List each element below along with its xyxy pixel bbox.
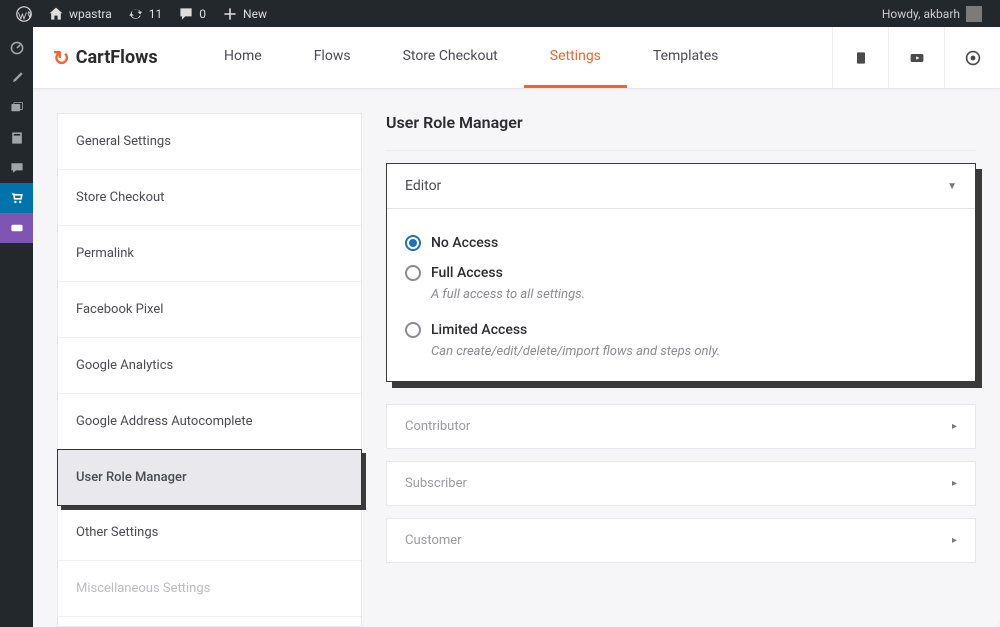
nav-settings[interactable]: Settings bbox=[524, 27, 627, 88]
radio-icon bbox=[405, 322, 421, 338]
role-panel-subscriber[interactable]: Subscriber ▸ bbox=[386, 461, 976, 506]
sidebar-item-google-analytics[interactable]: Google Analytics bbox=[58, 338, 361, 394]
account-menu[interactable]: Howdy, akbarh bbox=[882, 6, 982, 22]
new-label: New bbox=[243, 7, 267, 21]
cartflows-header: ↻ CartFlows Home Flows Store Checkout Se… bbox=[33, 27, 1000, 89]
woo-icon[interactable] bbox=[0, 213, 33, 243]
option-full-access[interactable]: Full Access bbox=[405, 257, 957, 287]
media-icon[interactable] bbox=[0, 93, 33, 123]
sidebar-item-misc[interactable]: Miscellaneous Settings bbox=[58, 561, 361, 617]
nav-store-checkout[interactable]: Store Checkout bbox=[377, 27, 524, 88]
cartflows-logo[interactable]: ↻ CartFlows bbox=[53, 46, 198, 70]
chevron-right-icon: ▸ bbox=[952, 478, 957, 489]
role-name: Contributor bbox=[405, 419, 470, 434]
sidebar-item-other[interactable]: Other Settings bbox=[58, 505, 361, 561]
brand-name: CartFlows bbox=[76, 47, 158, 68]
role-name: Customer bbox=[405, 533, 462, 548]
sidebar-item-store-checkout[interactable]: Store Checkout bbox=[58, 170, 361, 226]
updates-link[interactable]: 11 bbox=[120, 0, 171, 27]
dashboard-icon[interactable] bbox=[0, 33, 33, 63]
role-panel-contributor[interactable]: Contributor ▸ bbox=[386, 404, 976, 449]
role-panel-customer[interactable]: Customer ▸ bbox=[386, 518, 976, 563]
settings-sidebar: General Settings Store Checkout Permalin… bbox=[57, 113, 362, 627]
primary-nav: Home Flows Store Checkout Settings Templ… bbox=[198, 27, 744, 88]
site-name: wpastra bbox=[69, 7, 112, 21]
comment-count: 0 bbox=[199, 7, 206, 21]
sidebar-item-google-address[interactable]: Google Address Autocomplete bbox=[58, 394, 361, 450]
option-limited-access[interactable]: Limited Access bbox=[405, 314, 957, 344]
comments-icon[interactable] bbox=[0, 153, 33, 183]
chevron-down-icon: ▼ bbox=[947, 181, 957, 192]
wp-logo[interactable] bbox=[8, 0, 40, 27]
role-panel-editor: Editor ▼ No Access Full Access A full ac… bbox=[386, 163, 976, 382]
nav-home[interactable]: Home bbox=[198, 27, 288, 88]
option-description: A full access to all settings. bbox=[405, 287, 957, 314]
nav-templates[interactable]: Templates bbox=[627, 27, 745, 88]
update-count: 11 bbox=[149, 7, 163, 21]
comments-link[interactable]: 0 bbox=[170, 0, 214, 27]
wp-admin-sidebar bbox=[0, 27, 33, 627]
chevron-right-icon: ▸ bbox=[952, 421, 957, 432]
option-label: Full Access bbox=[431, 265, 503, 281]
sidebar-item-permalink[interactable]: Permalink bbox=[58, 226, 361, 282]
sidebar-item-facebook-pixel[interactable]: Facebook Pixel bbox=[58, 282, 361, 338]
radio-icon bbox=[405, 265, 421, 281]
site-home-link[interactable]: wpastra bbox=[40, 0, 120, 27]
option-no-access[interactable]: No Access bbox=[405, 227, 957, 257]
sidebar-item-user-role-manager[interactable]: User Role Manager bbox=[57, 449, 362, 506]
role-name: Editor bbox=[405, 178, 441, 194]
option-description: Can create/edit/delete/import flows and … bbox=[405, 344, 957, 359]
posts-icon[interactable] bbox=[0, 63, 33, 93]
page-title: User Role Manager bbox=[386, 113, 976, 151]
sidebar-item-general[interactable]: General Settings bbox=[58, 114, 361, 170]
pages-icon[interactable] bbox=[0, 123, 33, 153]
wp-admin-bar: wpastra 11 0 New Howdy, akbarh bbox=[0, 0, 1000, 27]
option-label: Limited Access bbox=[431, 322, 527, 338]
logo-mark-icon: ↻ bbox=[53, 46, 70, 70]
avatar bbox=[966, 6, 982, 22]
option-label: No Access bbox=[431, 235, 498, 251]
nav-flows[interactable]: Flows bbox=[288, 27, 377, 88]
youtube-icon[interactable] bbox=[888, 27, 944, 88]
radio-icon bbox=[405, 235, 421, 251]
help-icon[interactable] bbox=[944, 27, 1000, 88]
chevron-right-icon: ▸ bbox=[952, 535, 957, 546]
howdy-text: Howdy, akbarh bbox=[882, 7, 960, 21]
role-name: Subscriber bbox=[405, 476, 467, 491]
cartflows-icon[interactable] bbox=[0, 183, 33, 213]
new-content-link[interactable]: New bbox=[214, 0, 275, 27]
role-toggle-editor[interactable]: Editor ▼ bbox=[387, 164, 975, 208]
docs-icon[interactable] bbox=[832, 27, 888, 88]
